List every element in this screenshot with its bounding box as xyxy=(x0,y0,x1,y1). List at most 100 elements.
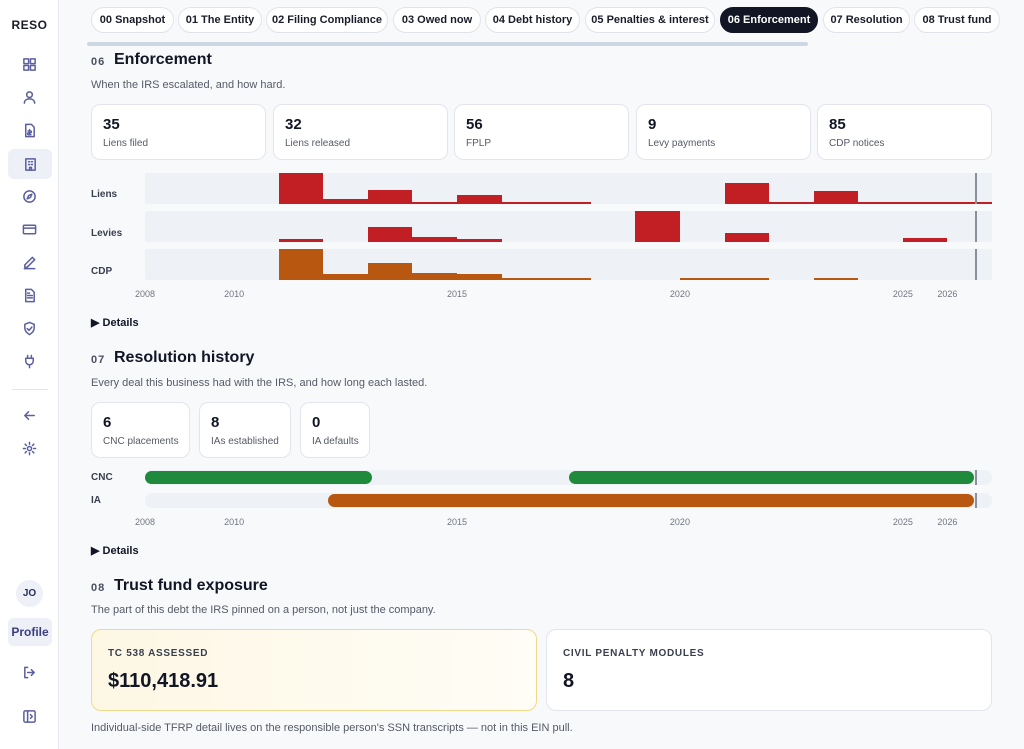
axis-tick-label: 2015 xyxy=(447,289,468,299)
civil-penalty-card: CIVIL PENALTY MODULES 8 xyxy=(546,629,992,711)
chart-bar-cdp xyxy=(278,249,324,280)
stat-label: FPLP xyxy=(466,138,492,149)
profile-button[interactable]: Profile xyxy=(8,618,52,646)
row-label-cdp: CDP xyxy=(91,266,113,277)
chart-bar-levies xyxy=(724,233,770,242)
tab-owed-now[interactable]: 03 Owed now xyxy=(393,7,481,33)
stat-label: CDP notices xyxy=(829,138,885,149)
trust-fund-footnote: Individual-side TFRP detail lives on the… xyxy=(91,722,573,734)
row-label-cnc: CNC xyxy=(91,472,113,483)
civil-penalty-value: 8 xyxy=(563,670,575,692)
civil-penalty-label: CIVIL PENALTY MODULES xyxy=(563,648,705,659)
tab-penalties-interest[interactable]: 05 Penalties & interest xyxy=(585,7,715,33)
row-label-levies: Levies xyxy=(91,228,123,239)
resolution-details-toggle[interactable]: ▶ Details xyxy=(91,544,139,557)
enforcement-details-toggle[interactable]: ▶ Details xyxy=(91,316,139,329)
chart-bar-liens xyxy=(501,201,547,204)
file-text-icon[interactable] xyxy=(17,283,41,307)
chart-track-cdp xyxy=(145,249,992,280)
now-marker xyxy=(975,493,978,508)
chart-bar-cdp xyxy=(457,274,502,280)
shield-check-icon[interactable] xyxy=(17,316,41,340)
chart-bar-levies xyxy=(367,226,413,242)
chart-bar-liens xyxy=(412,201,458,204)
chart-bar-levies xyxy=(635,211,680,242)
stat-value: 6 xyxy=(103,414,112,431)
credit-card-icon[interactable] xyxy=(17,217,41,241)
axis-tick-label: 2008 xyxy=(134,517,156,527)
tab-resolution[interactable]: 07 Resolution xyxy=(823,7,910,33)
tab-trust-fund[interactable]: 08 Trust fund xyxy=(914,7,1000,33)
chart-bar-liens xyxy=(947,201,992,204)
row-label-ia: IA xyxy=(91,495,101,506)
chart-bar-liens xyxy=(546,201,591,204)
tab-filing-compliance[interactable]: 02 Filing Compliance xyxy=(266,7,388,33)
chart-span-cnc xyxy=(568,471,975,484)
pencil-icon[interactable] xyxy=(17,250,41,274)
chart-bar-levies xyxy=(278,238,324,242)
app-logo: RESO xyxy=(11,18,48,32)
tab-the-entity[interactable]: 01 The Entity xyxy=(178,7,262,33)
section-number: 06 xyxy=(91,56,106,68)
stat-label: Levy payments xyxy=(648,138,716,149)
section-number: 07 xyxy=(91,354,106,366)
chart-span-ia xyxy=(327,494,975,507)
stat-label: Liens filed xyxy=(103,138,149,149)
chart-bar-cdp xyxy=(367,262,413,280)
chart-track-levies xyxy=(145,211,992,242)
user-icon[interactable] xyxy=(17,85,41,109)
stat-value: 56 xyxy=(466,116,483,133)
stat-value: 9 xyxy=(648,116,657,133)
axis-tick-label: 2026 xyxy=(937,517,958,527)
stat-value: 35 xyxy=(103,116,120,133)
stat-label: Liens released xyxy=(285,138,351,149)
chart-bar-liens xyxy=(367,190,413,204)
gear-icon[interactable] xyxy=(17,436,41,460)
section-number: 08 xyxy=(91,582,106,594)
logout-icon[interactable] xyxy=(17,660,41,684)
chart-bar-cdp xyxy=(813,277,859,280)
now-marker xyxy=(975,211,978,242)
plug-icon[interactable] xyxy=(17,349,41,373)
stat-value: 8 xyxy=(211,414,220,431)
building-icon[interactable] xyxy=(8,149,52,179)
stat-value: 32 xyxy=(285,116,302,133)
stat-label: CNC placements xyxy=(103,436,179,447)
section-title: Enforcement xyxy=(114,51,212,68)
section-subtitle: Every deal this business had with the IR… xyxy=(91,377,428,389)
chart-bar-levies xyxy=(412,237,458,242)
document-dollar-icon[interactable] xyxy=(17,118,41,142)
section-title: Trust fund exposure xyxy=(114,577,268,594)
tab-debt-history[interactable]: 04 Debt history xyxy=(485,7,580,33)
tab-snapshot[interactable]: 00 Snapshot xyxy=(91,7,174,33)
chart-bar-cdp xyxy=(546,278,591,280)
tab-enforcement[interactable]: 06 Enforcement xyxy=(720,7,818,33)
axis-tick-label: 2008 xyxy=(134,289,156,299)
stat-card-cdp-notices: 85 CDP notices xyxy=(817,104,992,160)
chart-bar-liens xyxy=(457,195,502,204)
dashboard-icon[interactable] xyxy=(17,52,41,76)
section-title: Resolution history xyxy=(114,349,255,366)
now-marker xyxy=(975,249,978,280)
panel-toggle-icon[interactable] xyxy=(17,704,41,728)
stat-card-fplp: 56 FPLP xyxy=(454,104,629,160)
chart-track-liens xyxy=(145,173,992,204)
axis-tick-label: 2020 xyxy=(669,289,690,299)
axis-tick-label: 2010 xyxy=(224,517,245,527)
arrow-left-icon[interactable] xyxy=(17,403,41,427)
chart-bar-liens xyxy=(769,202,814,204)
tc538-value: $110,418.91 xyxy=(108,670,219,692)
tc538-card: TC 538 ASSESSED $110,418.91 xyxy=(91,629,537,711)
stat-card-liens-released: 32 Liens released xyxy=(273,104,448,160)
chart-bar-levies xyxy=(457,238,502,242)
compass-icon[interactable] xyxy=(17,184,41,208)
axis-tick-label: 2015 xyxy=(447,517,468,527)
chart-bar-liens xyxy=(278,173,324,204)
axis-tick-label: 2025 xyxy=(892,517,913,527)
chart-bar-levies xyxy=(902,238,948,242)
axis-tick-label: 2010 xyxy=(224,289,245,299)
chart-bar-liens xyxy=(724,182,770,204)
chart-bar-liens xyxy=(858,201,903,204)
avatar[interactable]: JO xyxy=(16,580,43,607)
chart-bar-liens xyxy=(902,201,948,204)
